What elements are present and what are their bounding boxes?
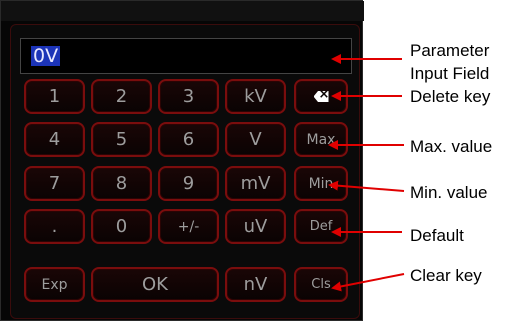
key-0[interactable]: 0 (91, 209, 152, 244)
key-4[interactable]: 4 (24, 122, 85, 157)
parameter-input-value: 0V (31, 45, 61, 67)
annotation-max-value: Max. value (410, 137, 493, 156)
key-uv[interactable]: uV (225, 209, 286, 244)
key-1[interactable]: 1 (24, 79, 85, 114)
min-key[interactable]: Min (294, 166, 348, 201)
backspace-icon (313, 91, 329, 102)
parameter-input-field[interactable]: 0V (20, 38, 352, 74)
annotation-parameter-input-line2: Input Field (410, 64, 490, 83)
key-decimal-point[interactable]: . (24, 209, 85, 244)
ok-key[interactable]: OK (91, 267, 219, 302)
annotation-min-value: Min. value (410, 183, 488, 202)
panel-top-strip (1, 1, 364, 21)
key-nv[interactable]: nV (225, 267, 286, 302)
key-mv[interactable]: mV (225, 166, 286, 201)
keypad-panel: 0V 1 2 3 kV 4 5 6 V Max 7 8 9 mV Min . 0… (0, 0, 364, 321)
key-5[interactable]: 5 (91, 122, 152, 157)
key-kv[interactable]: kV (225, 79, 286, 114)
key-v[interactable]: V (225, 122, 286, 157)
annotation-parameter-input-line1: Parameter (410, 41, 490, 60)
key-7[interactable]: 7 (24, 166, 85, 201)
key-2[interactable]: 2 (91, 79, 152, 114)
annotation-clear-key: Clear key (410, 266, 482, 285)
key-plus-minus[interactable]: +/- (158, 209, 219, 244)
key-6[interactable]: 6 (158, 122, 219, 157)
key-3[interactable]: 3 (158, 79, 219, 114)
key-9[interactable]: 9 (158, 166, 219, 201)
exp-key[interactable]: Exp (24, 267, 85, 302)
max-key[interactable]: Max (294, 122, 348, 157)
key-8[interactable]: 8 (91, 166, 152, 201)
delete-key[interactable] (294, 79, 348, 114)
annotation-delete-key: Delete key (410, 87, 491, 106)
default-key[interactable]: Def (294, 209, 348, 244)
annotation-default: Default (410, 226, 464, 245)
clear-key[interactable]: Cls (294, 267, 348, 302)
